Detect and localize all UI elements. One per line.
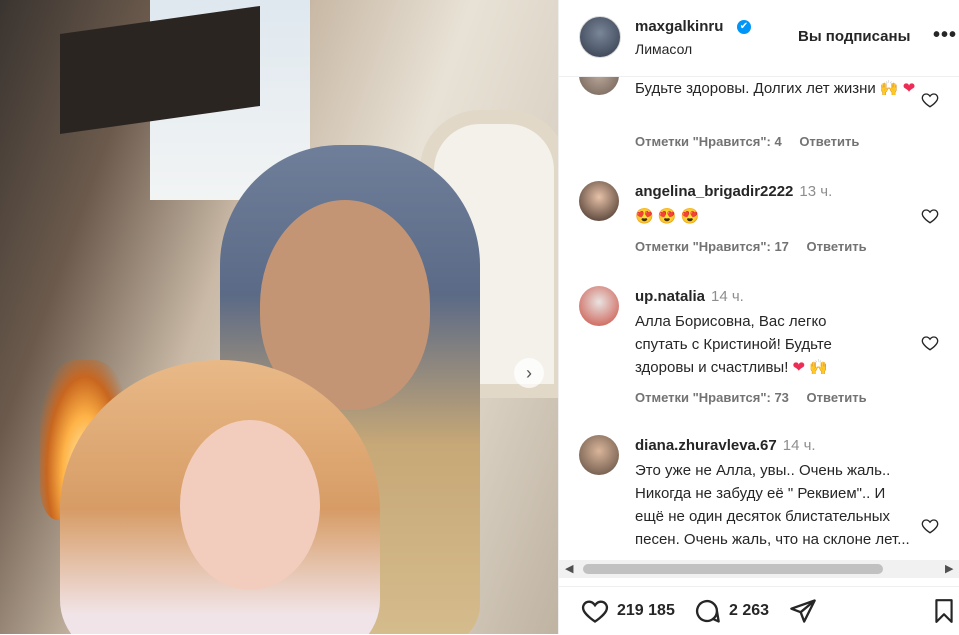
comment-text: Будьте здоровы. Долгих лет жизни 🙌 ❤ — [635, 80, 916, 97]
comment-like-icon[interactable] — [921, 91, 939, 109]
comment-time[interactable]: 13 ч. — [799, 183, 832, 200]
comment-likes-count[interactable]: Отметки "Нравится": 73 — [635, 390, 789, 405]
post-header: maxgalkinru ✔ Лимасол Вы подписаны ••• — [559, 0, 959, 77]
paper-plane-icon[interactable] — [789, 597, 817, 625]
comment-meta: Отметки "Нравится": 17 Ответить — [635, 239, 881, 254]
comment-meta: Отметки "Нравится": 4 Ответить — [635, 134, 873, 149]
heart-eyes-emoji: 😍 — [635, 208, 654, 225]
carousel-next-button[interactable]: › — [514, 358, 544, 388]
red-heart-emoji: ❤ — [902, 80, 916, 97]
comment-text: Это уже не Алла, увы.. Очень жаль.. Нико… — [635, 462, 910, 548]
post-photo[interactable]: › — [0, 0, 558, 634]
scroll-left-arrow-icon[interactable]: ◀ — [565, 562, 573, 575]
post-side-panel: maxgalkinru ✔ Лимасол Вы подписаны ••• Б… — [558, 0, 959, 634]
raised-hands-emoji: 🙌 — [879, 80, 899, 97]
post-location[interactable]: Лимасол — [635, 41, 692, 57]
comment-header: up.natalia 14 ч. — [635, 288, 744, 306]
commenter-avatar[interactable] — [579, 181, 619, 221]
heart-outline-icon[interactable] — [581, 597, 609, 625]
verified-badge-icon: ✔ — [737, 20, 751, 34]
comment-like-icon[interactable] — [921, 517, 939, 535]
reply-button[interactable]: Ответить — [807, 239, 867, 254]
comment-meta: Отметки "Нравится": 73 Ответить — [635, 390, 881, 405]
photo-woman-face — [180, 420, 320, 590]
commenter-avatar[interactable] — [579, 435, 619, 475]
heart-eyes-emoji: 😍 — [680, 208, 700, 225]
following-button[interactable]: Вы подписаны — [798, 28, 910, 45]
horizontal-scrollbar[interactable]: ◀ ▶ — [559, 560, 959, 578]
raised-hands-emoji: 🙌 — [809, 359, 828, 376]
comment-header: diana.zhuravleva.67 14 ч. — [635, 437, 816, 455]
comment-text: 😍 😍 😍 — [635, 205, 925, 228]
bookmark-icon[interactable] — [931, 597, 957, 625]
commenter-username[interactable]: up.natalia — [635, 288, 705, 305]
comment-likes-count[interactable]: Отметки "Нравится": 17 — [635, 239, 789, 254]
comment-likes-count[interactable]: Отметки "Нравится": 4 — [635, 134, 782, 149]
red-heart-emoji: ❤ — [792, 359, 806, 376]
commenter-avatar[interactable] — [579, 286, 619, 326]
comment-time[interactable]: 14 ч. — [783, 437, 816, 454]
comment-text: Алла Борисовна, Вас легко спутать с Крис… — [635, 313, 832, 376]
comment-like-icon[interactable] — [921, 207, 939, 225]
scrollbar-thumb[interactable] — [583, 564, 883, 574]
more-options-icon[interactable]: ••• — [933, 24, 957, 47]
scroll-right-arrow-icon[interactable]: ▶ — [945, 562, 953, 575]
comments-count[interactable]: 2 263 — [729, 602, 769, 620]
comments-list[interactable]: Будьте здоровы. Долгих лет жизни 🙌 ❤ Отм… — [559, 77, 959, 557]
commenter-username[interactable]: diana.zhuravleva.67 — [635, 437, 777, 454]
speech-bubble-icon[interactable] — [693, 597, 721, 625]
chevron-right-icon: › — [526, 362, 532, 383]
reply-button[interactable]: Ответить — [807, 390, 867, 405]
commenter-username[interactable]: angelina_brigadir2222 — [635, 183, 793, 200]
author-username[interactable]: maxgalkinru — [635, 18, 723, 35]
commenter-avatar[interactable] — [579, 77, 619, 95]
comment-time[interactable]: 14 ч. — [711, 288, 744, 305]
likes-count[interactable]: 219 185 — [617, 602, 675, 620]
comment-like-icon[interactable] — [921, 334, 939, 352]
author-avatar[interactable] — [579, 16, 621, 58]
post-actions-bar: 219 185 2 263 — [559, 586, 959, 635]
comment-header: angelina_brigadir2222 13 ч. — [635, 183, 832, 201]
reply-button[interactable]: Ответить — [799, 134, 859, 149]
heart-eyes-emoji: 😍 — [657, 208, 677, 225]
